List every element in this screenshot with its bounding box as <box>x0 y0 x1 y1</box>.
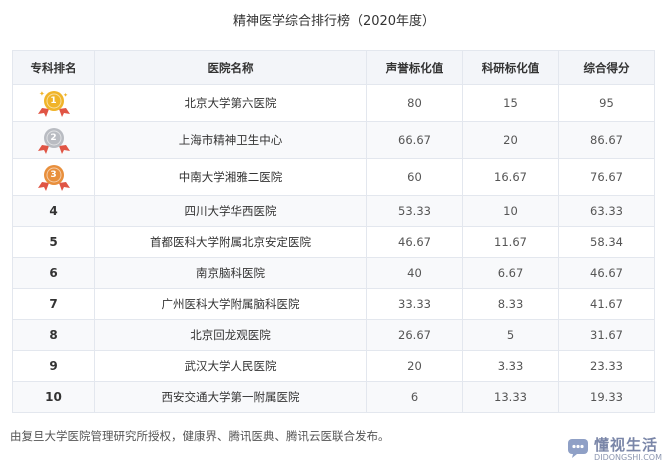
research-score-cell: 20 <box>462 121 559 159</box>
table-header-row: 专科排名 医院名称 声誉标化值 科研标化值 综合得分 <box>12 50 655 85</box>
hospital-name-cell: 广州医科大学附属脑科医院 <box>94 288 367 320</box>
hospital-name-cell: 武汉大学人民医院 <box>94 350 367 382</box>
rank-cell: 9 <box>12 350 95 382</box>
rank-cell: 2 <box>12 121 95 159</box>
rank-cell: ✦ ✦ 1 <box>12 84 95 122</box>
table-row: 4 四川大学华西医院 53.33 10 63.33 <box>12 195 655 227</box>
research-score-cell: 15 <box>462 84 559 122</box>
ranking-table-container: 专科排名 医院名称 声誉标化值 科研标化值 综合得分 ✦ ✦ 1 北京大学第六医院 80… <box>12 50 655 413</box>
reputation-score-cell: 66.67 <box>366 121 463 159</box>
medal-rank-number: 3 <box>50 170 57 180</box>
header-research-score: 科研标化值 <box>462 50 559 85</box>
research-score-cell: 5 <box>462 319 559 351</box>
table-row: 3 中南大学湘雅二医院 60 16.67 76.67 <box>12 158 655 196</box>
total-score-cell: 76.67 <box>558 158 655 196</box>
reputation-score-cell: 40 <box>366 257 463 289</box>
research-score-cell: 10 <box>462 195 559 227</box>
total-score-cell: 58.34 <box>558 226 655 258</box>
reputation-score-cell: 60 <box>366 158 463 196</box>
table-row: 7 广州医科大学附属脑科医院 33.33 8.33 41.67 <box>12 288 655 320</box>
hospital-name-cell: 上海市精神卫生中心 <box>94 121 367 159</box>
rank-cell: 6 <box>12 257 95 289</box>
rank-cell: 10 <box>12 381 95 413</box>
total-score-cell: 31.67 <box>558 319 655 351</box>
watermark: 懂视生活 DIDONGSHI.COM <box>566 434 662 462</box>
total-score-cell: 23.33 <box>558 350 655 382</box>
research-score-cell: 13.33 <box>462 381 559 413</box>
rank-cell: 3 <box>12 158 95 196</box>
hospital-name-cell: 南京脑科医院 <box>94 257 367 289</box>
total-score-cell: 41.67 <box>558 288 655 320</box>
total-score-cell: 95 <box>558 84 655 122</box>
table-body: ✦ ✦ 1 北京大学第六医院 80 15 95 2 上海市精神卫生中心 66.67 20 86.67 3… <box>12 84 655 413</box>
page-title: 精神医学综合排行榜（2020年度） <box>232 14 436 29</box>
reputation-score-cell: 26.67 <box>366 319 463 351</box>
table-row: 8 北京回龙观医院 26.67 5 31.67 <box>12 319 655 351</box>
research-score-cell: 11.67 <box>462 226 559 258</box>
table-row: 5 首都医科大学附属北京安定医院 46.67 11.67 58.34 <box>12 226 655 258</box>
research-score-cell: 6.67 <box>462 257 559 289</box>
total-score-cell: 86.67 <box>558 121 655 159</box>
silver-medal-icon: 2 <box>36 125 72 155</box>
table-row: 6 南京脑科医院 40 6.67 46.67 <box>12 257 655 289</box>
watermark-url: DIDONGSHI.COM <box>594 453 662 462</box>
total-score-cell: 19.33 <box>558 381 655 413</box>
hospital-name-cell: 四川大学华西医院 <box>94 195 367 227</box>
total-score-cell: 63.33 <box>558 195 655 227</box>
gold-medal-icon: ✦ ✦ 1 <box>36 88 72 118</box>
medal-rank-number: 2 <box>50 133 57 143</box>
reputation-score-cell: 80 <box>366 84 463 122</box>
hospital-name-cell: 北京回龙观医院 <box>94 319 367 351</box>
reputation-score-cell: 20 <box>366 350 463 382</box>
rank-cell: 4 <box>12 195 95 227</box>
reputation-score-cell: 46.67 <box>366 226 463 258</box>
rank-cell: 5 <box>12 226 95 258</box>
hospital-name-cell: 西安交通大学第一附属医院 <box>94 381 367 413</box>
reputation-score-cell: 53.33 <box>366 195 463 227</box>
medal-rank-number: 1 <box>50 96 57 106</box>
total-score-cell: 46.67 <box>558 257 655 289</box>
header-hospital-name: 医院名称 <box>94 50 367 85</box>
reputation-score-cell: 33.33 <box>366 288 463 320</box>
table-row: 9 武汉大学人民医院 20 3.33 23.33 <box>12 350 655 382</box>
table-row: 10 西安交通大学第一附属医院 6 13.33 19.33 <box>12 381 655 413</box>
hospital-name-cell: 首都医科大学附属北京安定医院 <box>94 226 367 258</box>
chat-bubble-icon <box>568 439 589 458</box>
research-score-cell: 16.67 <box>462 158 559 196</box>
header-total-score: 综合得分 <box>558 50 655 85</box>
bronze-medal-icon: 3 <box>36 162 72 192</box>
research-score-cell: 8.33 <box>462 288 559 320</box>
header-rank: 专科排名 <box>12 50 95 85</box>
rank-cell: 7 <box>12 288 95 320</box>
reputation-score-cell: 6 <box>366 381 463 413</box>
watermark-text: 懂视生活 <box>594 436 659 454</box>
table-row: ✦ ✦ 1 北京大学第六医院 80 15 95 <box>12 84 655 122</box>
research-score-cell: 3.33 <box>462 350 559 382</box>
header-reputation-score: 声誉标化值 <box>366 50 463 85</box>
source-note: 由复旦大学医院管理研究所授权，健康界、腾讯医典、腾讯云医联合发布。 <box>10 429 390 443</box>
hospital-name-cell: 中南大学湘雅二医院 <box>94 158 367 196</box>
ranking-table: 专科排名 医院名称 声誉标化值 科研标化值 综合得分 ✦ ✦ 1 北京大学第六医院 80… <box>12 50 655 413</box>
rank-cell: 8 <box>12 319 95 351</box>
hospital-name-cell: 北京大学第六医院 <box>94 84 367 122</box>
table-row: 2 上海市精神卫生中心 66.67 20 86.67 <box>12 121 655 159</box>
